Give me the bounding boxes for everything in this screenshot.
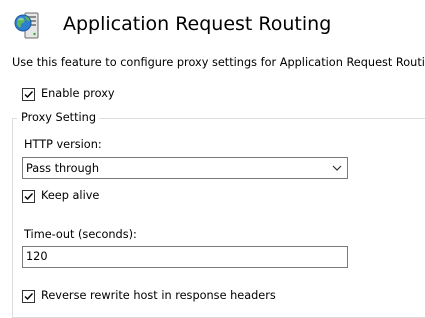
reverse-rewrite-label: Reverse rewrite host in response headers: [41, 289, 276, 302]
keep-alive-checkbox[interactable]: Keep alive: [22, 188, 99, 204]
http-version-value: Pass through: [26, 161, 99, 175]
proxy-setting-legend: Proxy Setting: [17, 110, 99, 126]
reverse-rewrite-checkbox-box[interactable]: [22, 289, 35, 303]
chevron-down-icon[interactable]: [327, 158, 347, 178]
enable-proxy-label: Enable proxy: [41, 87, 115, 100]
feature-description: Use this feature to configure proxy sett…: [12, 56, 425, 69]
keep-alive-checkbox-box[interactable]: [22, 189, 35, 203]
http-version-select[interactable]: Pass through: [22, 157, 348, 179]
keep-alive-label: Keep alive: [41, 189, 100, 202]
checkmark-icon: [24, 292, 34, 300]
timeout-label: Time-out (seconds):: [24, 228, 137, 241]
page-header: [12, 9, 44, 41]
checkmark-icon: [24, 90, 34, 98]
checkmark-icon: [24, 192, 34, 200]
enable-proxy-checkbox[interactable]: Enable proxy: [22, 86, 115, 102]
page-title: Application Request Routing: [63, 13, 332, 35]
server-globe-icon: [12, 9, 44, 41]
timeout-input[interactable]: 120: [22, 246, 348, 268]
enable-proxy-checkbox-box[interactable]: [22, 87, 35, 101]
http-version-label: HTTP version:: [24, 138, 102, 151]
reverse-rewrite-checkbox[interactable]: Reverse rewrite host in response headers: [22, 288, 276, 304]
